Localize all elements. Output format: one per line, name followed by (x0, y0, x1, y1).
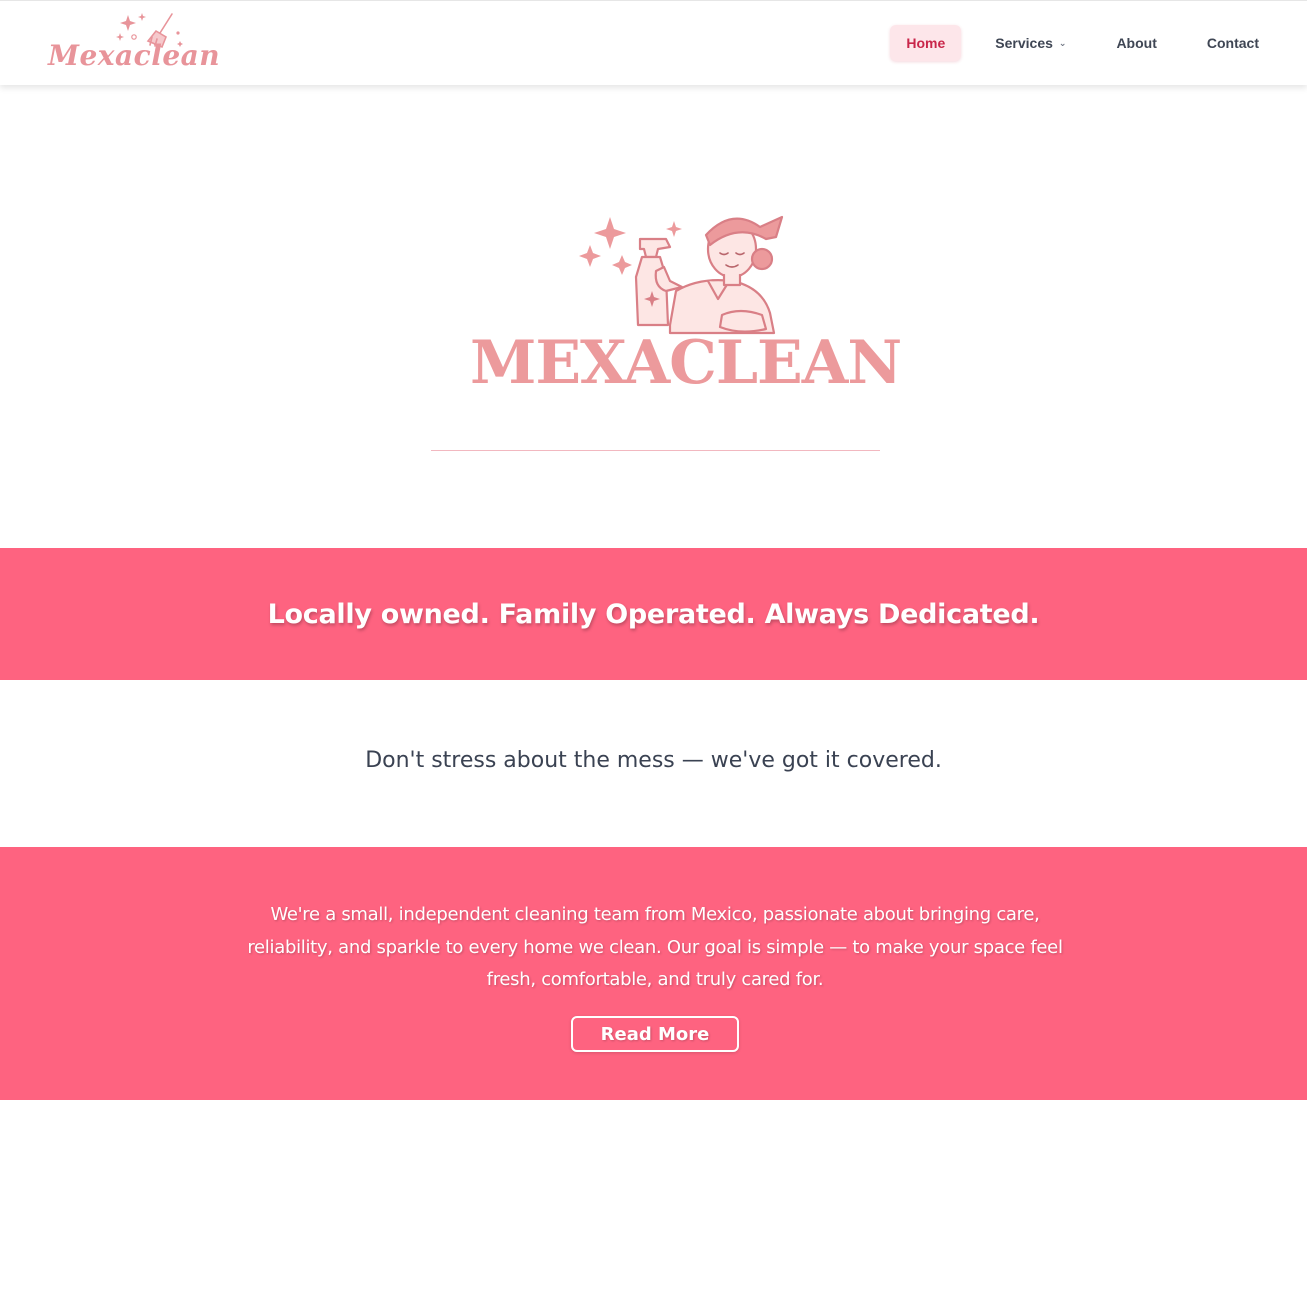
brand-name: Mexaclean (48, 39, 221, 72)
site-header: Mexaclean Home Services ⌄ About Contact (0, 0, 1307, 85)
nav-services-label: Services (995, 35, 1053, 51)
read-more-button[interactable]: Read More (571, 1016, 739, 1052)
hero-divider (431, 450, 880, 451)
main-nav: Home Services ⌄ About Contact (890, 25, 1275, 61)
nav-services[interactable]: Services ⌄ (979, 25, 1082, 61)
tagline: Don't stress about the mess — we've got … (365, 748, 942, 773)
hero-wordmark: MEXACLEAN (470, 328, 902, 398)
nav-home[interactable]: Home (890, 25, 962, 61)
brand-logo[interactable]: Mexaclean (48, 11, 220, 79)
cleaning-lady-illustration (579, 215, 784, 335)
banner-headline: Locally owned. Family Operated. Always D… (267, 598, 1040, 630)
nav-about-label: About (1116, 35, 1157, 51)
about-text: We're a small, independent cleaning team… (247, 904, 1063, 990)
nav-contact-label: Contact (1206, 35, 1259, 51)
nav-home-label: Home (906, 35, 946, 51)
chevron-down-icon: ⌄ (1058, 37, 1067, 48)
value-banner: Locally owned. Family Operated. Always D… (0, 548, 1307, 680)
nav-about[interactable]: About (1100, 25, 1172, 61)
about-section: We're a small, independent cleaning team… (0, 847, 1307, 1100)
hero-logo: MEXACLEAN (470, 195, 902, 405)
nav-contact[interactable]: Contact (1191, 25, 1275, 61)
